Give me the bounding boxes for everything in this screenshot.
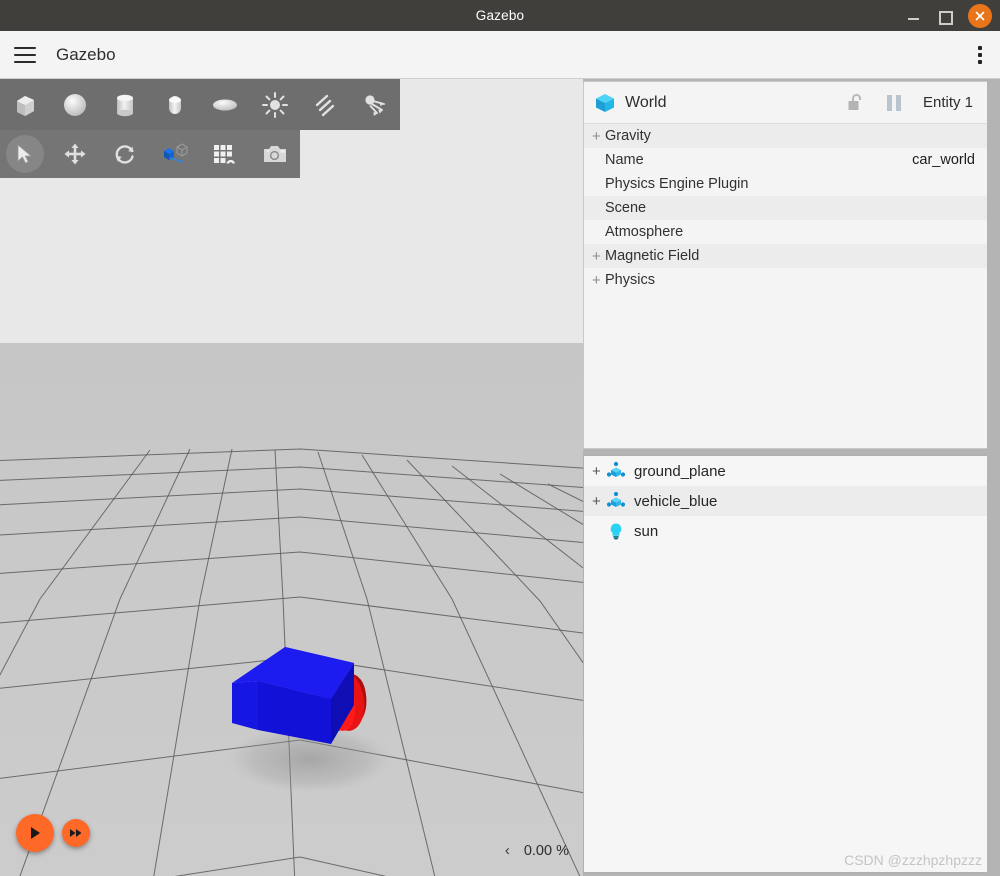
transform-toolbar xyxy=(0,130,300,178)
move-arrows-icon xyxy=(64,143,86,165)
property-row[interactable]: Atmosphere xyxy=(584,220,987,244)
app-bar: Gazebo xyxy=(0,31,1000,79)
world-property-list: + Gravity Name car_world Physics Engine … xyxy=(584,124,987,292)
panel-scrollbar[interactable] xyxy=(987,79,1000,876)
world-cube-icon xyxy=(596,93,614,112)
rtf-value: 0.00 % xyxy=(523,842,569,859)
point-light-button[interactable] xyxy=(250,81,300,129)
translate-tool-button[interactable] xyxy=(50,130,100,178)
property-name: Physics Engine Plugin xyxy=(605,176,749,192)
vehicle-blue-model[interactable] xyxy=(228,637,388,767)
ellipsoid-shape-icon xyxy=(213,99,237,110)
tree-item-sun[interactable]: sun xyxy=(584,516,987,546)
render-viewport[interactable]: ‹ 0.00 % xyxy=(0,79,583,876)
cylinder-shape-button[interactable] xyxy=(100,81,150,129)
chevron-left-icon[interactable]: ‹ xyxy=(505,842,510,859)
property-row[interactable]: Scene xyxy=(584,196,987,220)
unlocked-padlock-icon[interactable] xyxy=(847,93,865,113)
rotate-tool-button[interactable] xyxy=(100,130,150,178)
box-shape-button[interactable] xyxy=(0,81,50,129)
point-light-icon xyxy=(262,91,288,118)
property-name: Atmosphere xyxy=(605,224,684,240)
transform-cube-icon xyxy=(164,143,188,163)
expander-icon[interactable]: + xyxy=(592,272,605,289)
shapes-toolbar xyxy=(0,79,400,130)
app-title: Gazebo xyxy=(56,44,116,64)
camera-icon xyxy=(264,146,286,162)
expander-icon[interactable]: + xyxy=(592,463,606,480)
realtime-factor-display: ‹ 0.00 % xyxy=(505,842,569,859)
play-icon xyxy=(31,827,40,839)
watermark-text: CSDN @zzzhpzhpzzz xyxy=(844,852,982,868)
window-controls xyxy=(906,0,992,31)
gazebo-window: Gazebo Gazebo ‹ 0.00 % World Entity 1 + … xyxy=(0,0,1000,876)
sphere-shape-button[interactable] xyxy=(50,81,100,129)
tree-item-label: ground_plane xyxy=(634,462,726,480)
model-node-icon xyxy=(606,461,626,477)
expander-icon[interactable]: + xyxy=(592,493,606,510)
property-name: Physics xyxy=(605,272,655,288)
property-row[interactable]: + Magnetic Field xyxy=(584,244,987,268)
box-shape-icon xyxy=(17,95,34,116)
property-row[interactable]: Name car_world xyxy=(584,148,987,172)
spot-light-icon xyxy=(365,94,385,116)
minimize-button[interactable] xyxy=(906,8,922,24)
window-title: Gazebo xyxy=(475,8,525,23)
property-row[interactable]: Physics Engine Plugin xyxy=(584,172,987,196)
property-name: Gravity xyxy=(605,128,651,144)
directional-light-icon xyxy=(315,94,335,116)
snap-to-grid-button[interactable] xyxy=(200,130,250,178)
light-bulb-icon xyxy=(610,523,622,540)
directional-light-button[interactable] xyxy=(300,81,350,129)
play-button[interactable] xyxy=(16,814,54,852)
capsule-shape-icon xyxy=(169,95,181,114)
spot-light-button[interactable] xyxy=(350,81,400,129)
simulation-controls xyxy=(16,814,90,852)
grid-snap-icon xyxy=(214,145,235,164)
select-tool-button[interactable] xyxy=(0,130,50,178)
step-forward-button[interactable] xyxy=(62,819,90,847)
vehicle-chassis xyxy=(232,647,354,744)
maximize-button[interactable] xyxy=(936,8,953,25)
title-bar: Gazebo xyxy=(0,0,1000,31)
capsule-shape-button[interactable] xyxy=(150,81,200,129)
model-node-icon xyxy=(606,491,626,507)
entity-count-label: Entity 1 xyxy=(922,94,973,111)
world-properties-panel: World Entity 1 + Gravity Name car_world … xyxy=(583,81,988,449)
sphere-shape-icon xyxy=(64,93,86,116)
close-icon xyxy=(975,11,985,20)
property-name: Scene xyxy=(605,200,647,216)
property-value: car_world xyxy=(912,152,975,168)
cylinder-shape-icon xyxy=(117,94,133,116)
rotate-arrows-icon xyxy=(115,145,134,164)
world-panel-title: World xyxy=(625,93,667,111)
kebab-menu-icon[interactable] xyxy=(978,45,982,64)
scrollbar-thumb[interactable] xyxy=(989,79,998,279)
property-name: Name xyxy=(605,152,644,168)
tree-item-ground-plane[interactable]: + ground_plane xyxy=(584,456,987,486)
pause-icon[interactable] xyxy=(886,94,901,111)
tree-item-label: vehicle_blue xyxy=(634,492,718,510)
right-panel: World Entity 1 + Gravity Name car_world … xyxy=(583,79,1000,876)
tree-item-label: sun xyxy=(634,522,659,540)
screenshot-button[interactable] xyxy=(250,130,300,178)
property-name: Magnetic Field xyxy=(605,248,700,264)
transform-control-button[interactable] xyxy=(150,130,200,178)
tree-item-vehicle-blue[interactable]: + vehicle_blue xyxy=(584,486,987,516)
expander-icon[interactable]: + xyxy=(592,248,605,265)
property-row[interactable]: + Gravity xyxy=(584,124,987,148)
expander-icon[interactable]: + xyxy=(592,128,605,145)
step-forward-icon xyxy=(70,829,82,837)
property-row[interactable]: + Physics xyxy=(584,268,987,292)
entity-tree-panel: + ground_plane + vehicle_blue sun xyxy=(583,455,988,873)
close-button[interactable] xyxy=(968,3,992,28)
hamburger-icon[interactable] xyxy=(14,46,36,63)
ellipsoid-shape-button[interactable] xyxy=(200,81,250,129)
cursor-arrow-icon xyxy=(17,144,33,164)
world-panel-header: World Entity 1 xyxy=(584,82,987,124)
